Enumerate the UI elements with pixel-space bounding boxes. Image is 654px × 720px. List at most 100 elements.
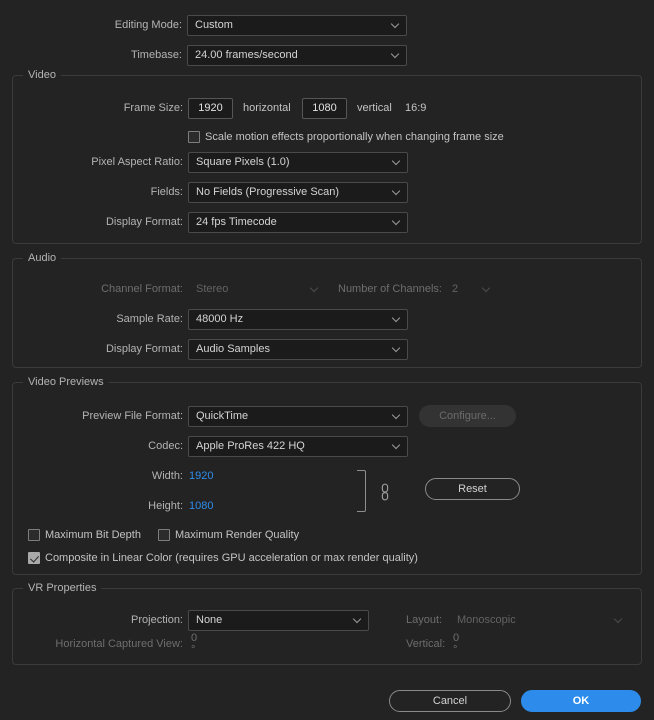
aspect-ratio-text: 16:9	[405, 102, 427, 114]
projection-label: Projection:	[131, 614, 183, 626]
timebase-row: Timebase: 24.00 frames/second	[0, 44, 410, 66]
maximum-render-quality-checkbox[interactable]: Maximum Render Quality	[157, 529, 300, 541]
pixel-aspect-ratio-value: Square Pixels (1.0)	[196, 156, 290, 168]
frame-width-value: 1920	[198, 102, 223, 114]
timebase-label: Timebase:	[131, 49, 182, 61]
scale-motion-checkbox[interactable]: Scale motion effects proportionally when…	[188, 131, 504, 143]
chain-link-icon[interactable]	[379, 482, 391, 502]
vertical-captured-label: Vertical:	[406, 638, 446, 650]
preview-width-value[interactable]: 1920	[189, 470, 213, 482]
configure-button: Configure...	[419, 405, 516, 427]
fields-label: Fields:	[150, 186, 183, 198]
chevron-down-icon	[392, 21, 399, 28]
chevron-down-icon	[393, 315, 400, 322]
audio-display-format-select[interactable]: Audio Samples	[188, 338, 408, 360]
reset-button-label: Reset	[458, 483, 487, 495]
horizontal-captured-view-label: Horizontal Captured View:	[55, 638, 183, 650]
ok-button[interactable]: OK	[521, 690, 641, 712]
chevron-down-icon	[393, 188, 400, 195]
audio-section: Audio Channel Format: Stereo Number of C…	[12, 252, 642, 368]
num-channels-value: 2	[452, 283, 459, 295]
maximum-bit-depth-checkbox[interactable]: Maximum Bit Depth	[28, 529, 141, 541]
codec-label: Codec:	[148, 440, 183, 452]
editing-mode-row: Editing Mode: Custom	[0, 14, 410, 36]
checkbox-box	[28, 552, 40, 564]
frame-size-row: Frame Size: 1920 horizontal 1080 vertica…	[1, 97, 621, 119]
pixel-aspect-ratio-select[interactable]: Square Pixels (1.0)	[188, 151, 408, 173]
sample-rate-value: 48000 Hz	[196, 313, 244, 325]
vertical-label: vertical	[357, 102, 392, 114]
chevron-down-icon	[354, 616, 361, 623]
channel-format-label: Channel Format:	[101, 283, 183, 295]
horizontal-label: horizontal	[243, 102, 291, 114]
composite-linear-color-checkbox[interactable]: Composite in Linear Color (requires GPU …	[28, 552, 418, 564]
chevron-down-icon	[393, 158, 400, 165]
configure-button-label: Configure...	[439, 410, 496, 422]
chevron-down-icon	[393, 345, 400, 352]
frame-height-input[interactable]: 1080	[302, 97, 347, 119]
preview-file-format-label: Preview File Format:	[82, 410, 183, 422]
video-display-format-label: Display Format:	[105, 216, 183, 228]
preview-checkbox-row-1: Maximum Bit Depth Maximum Render Quality	[28, 524, 299, 546]
fields-select[interactable]: No Fields (Progressive Scan)	[188, 181, 408, 203]
scale-motion-label: Scale motion effects proportionally when…	[205, 131, 504, 143]
chevron-down-icon	[615, 616, 622, 623]
video-previews-section: Video Previews Preview File Format: Quic…	[12, 376, 642, 575]
video-section: Video Frame Size: 1920 horizontal 1080 v…	[12, 69, 642, 244]
preview-file-format-select[interactable]: QuickTime	[188, 405, 408, 427]
codec-select[interactable]: Apple ProRes 422 HQ	[188, 435, 408, 457]
editing-mode-value: Custom	[195, 19, 233, 31]
sample-rate-select[interactable]: 48000 Hz	[188, 308, 408, 330]
checkbox-box	[188, 131, 200, 143]
checkbox-box	[157, 529, 170, 541]
video-previews-section-legend: Video Previews	[23, 376, 109, 389]
channel-format-value: Stereo	[196, 283, 229, 295]
video-display-format-value: 24 fps Timecode	[196, 216, 277, 228]
chevron-down-icon	[393, 442, 400, 449]
video-display-format-select[interactable]: 24 fps Timecode	[188, 211, 408, 233]
audio-section-legend: Audio	[23, 252, 62, 265]
ok-button-label: OK	[572, 695, 590, 707]
link-bracket	[357, 470, 366, 512]
chevron-down-icon	[483, 285, 490, 292]
frame-size-label: Frame Size:	[123, 102, 183, 114]
composite-linear-color-label: Composite in Linear Color (requires GPU …	[45, 552, 418, 564]
scale-motion-row: Scale motion effects proportionally when…	[188, 126, 504, 148]
editing-mode-select[interactable]: Custom	[187, 14, 407, 36]
preview-height-value[interactable]: 1080	[189, 500, 213, 512]
vr-properties-section-legend: VR Properties	[23, 582, 102, 595]
num-channels-label: Number of Channels:	[338, 283, 442, 295]
preview-height-label: Height:	[148, 500, 183, 512]
reset-button[interactable]: Reset	[425, 478, 520, 500]
maximum-render-quality-label: Maximum Render Quality	[174, 529, 300, 541]
cancel-button-label: Cancel	[432, 695, 468, 707]
horizontal-captured-view-value: 0 °	[191, 632, 198, 656]
projection-value: None	[196, 614, 223, 626]
preview-file-format-value: QuickTime	[196, 410, 249, 422]
sequence-settings-dialog: Editing Mode: Custom Timebase: 24.00 fra…	[0, 0, 654, 720]
audio-display-format-value: Audio Samples	[196, 343, 270, 355]
channel-format-select: Stereo	[188, 279, 326, 300]
layout-value: Monoscopic	[457, 614, 516, 626]
video-section-legend: Video	[23, 69, 61, 82]
checkbox-box	[28, 529, 40, 541]
fields-value: No Fields (Progressive Scan)	[196, 186, 340, 198]
timebase-select[interactable]: 24.00 frames/second	[187, 44, 407, 66]
chevron-down-icon	[393, 218, 400, 225]
timebase-value: 24.00 frames/second	[195, 49, 298, 61]
projection-select[interactable]: None	[188, 609, 369, 631]
layout-label: Layout:	[406, 614, 443, 626]
cancel-button[interactable]: Cancel	[389, 690, 511, 712]
chevron-down-icon	[393, 412, 400, 419]
preview-width-label: Width:	[151, 470, 183, 482]
pixel-aspect-ratio-label: Pixel Aspect Ratio:	[91, 156, 183, 168]
frame-width-input[interactable]: 1920	[188, 97, 233, 119]
preview-link-group: Reset	[357, 470, 637, 518]
vertical-captured-value: 0 °	[453, 632, 460, 656]
num-channels-select: 2	[444, 279, 498, 300]
frame-height-value: 1080	[312, 102, 337, 114]
maximum-bit-depth-label: Maximum Bit Depth	[45, 529, 141, 541]
editing-mode-label: Editing Mode:	[114, 19, 182, 31]
chevron-down-icon	[311, 285, 318, 292]
audio-display-format-label: Display Format:	[105, 343, 183, 355]
